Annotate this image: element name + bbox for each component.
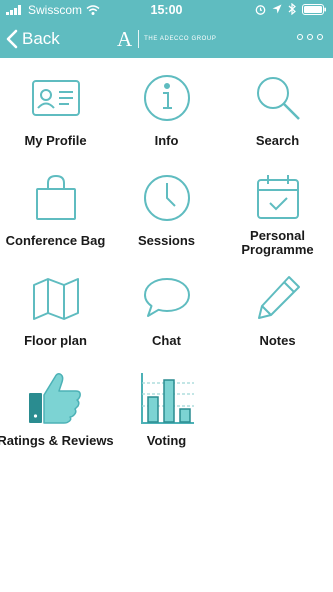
navbar: Back A THE ADECCO GROUP (0, 20, 333, 58)
id-card-icon (24, 68, 88, 128)
tile-personal-programme[interactable]: Personal Programme (222, 162, 333, 260)
location-arrow-icon (272, 4, 282, 14)
search-icon (246, 68, 310, 128)
tile-label: Chat (152, 333, 181, 348)
tile-voting[interactable]: Voting (111, 362, 222, 460)
header: Swisscom 15:00 Back A THE ADECCO GROUP (0, 0, 333, 58)
tile-label: Info (154, 133, 179, 148)
status-right (255, 3, 327, 15)
tile-info[interactable]: Info (111, 62, 222, 160)
more-button[interactable] (297, 34, 323, 40)
ellipsis-dot-icon (307, 34, 313, 40)
info-icon (135, 68, 199, 128)
chevron-left-icon (6, 29, 18, 49)
clock-icon (135, 168, 199, 228)
pencil-icon (246, 268, 310, 328)
tile-sessions[interactable]: Sessions (111, 162, 222, 260)
ellipsis-dot-icon (297, 34, 303, 40)
tile-floor-plan[interactable]: Floor plan (0, 262, 111, 360)
bluetooth-icon (288, 3, 296, 15)
alarm-icon (255, 4, 266, 15)
tile-chat[interactable]: Chat (111, 262, 222, 360)
map-icon (24, 268, 88, 328)
tile-label: Personal Programme (241, 228, 314, 257)
tile-conference-bag[interactable]: Conference Bag (0, 162, 111, 260)
tile-label: Sessions (137, 233, 196, 248)
tile-notes[interactable]: Notes (222, 262, 333, 360)
bar-chart-icon (135, 368, 199, 428)
brand-divider (138, 30, 140, 48)
tile-search[interactable]: Search (222, 62, 333, 160)
bag-icon (24, 168, 88, 228)
chat-bubble-icon (135, 268, 199, 328)
tile-my-profile[interactable]: My Profile (0, 62, 111, 160)
back-label: Back (22, 29, 60, 48)
battery-icon (302, 3, 327, 15)
brand-logo: A THE ADECCO GROUP (117, 28, 216, 50)
brand-mark: A (117, 27, 133, 51)
brand-name: THE ADECCO GROUP (144, 36, 217, 42)
tile-label: My Profile (24, 133, 87, 148)
tile-label: Floor plan (24, 333, 87, 348)
tile-label: Notes (259, 333, 296, 348)
tile-label: Ratings & Reviews (0, 433, 114, 448)
status-bar: Swisscom 15:00 (0, 0, 333, 20)
ellipsis-dot-icon (317, 34, 323, 40)
tile-label: Conference Bag (5, 233, 106, 248)
tile-label: Search (255, 133, 300, 148)
tile-ratings-reviews[interactable]: Ratings & Reviews (0, 362, 114, 460)
tile-label: Voting (146, 433, 187, 448)
calendar-check-icon (246, 168, 310, 228)
thumbs-up-icon (24, 368, 88, 428)
back-button[interactable]: Back (6, 26, 60, 52)
